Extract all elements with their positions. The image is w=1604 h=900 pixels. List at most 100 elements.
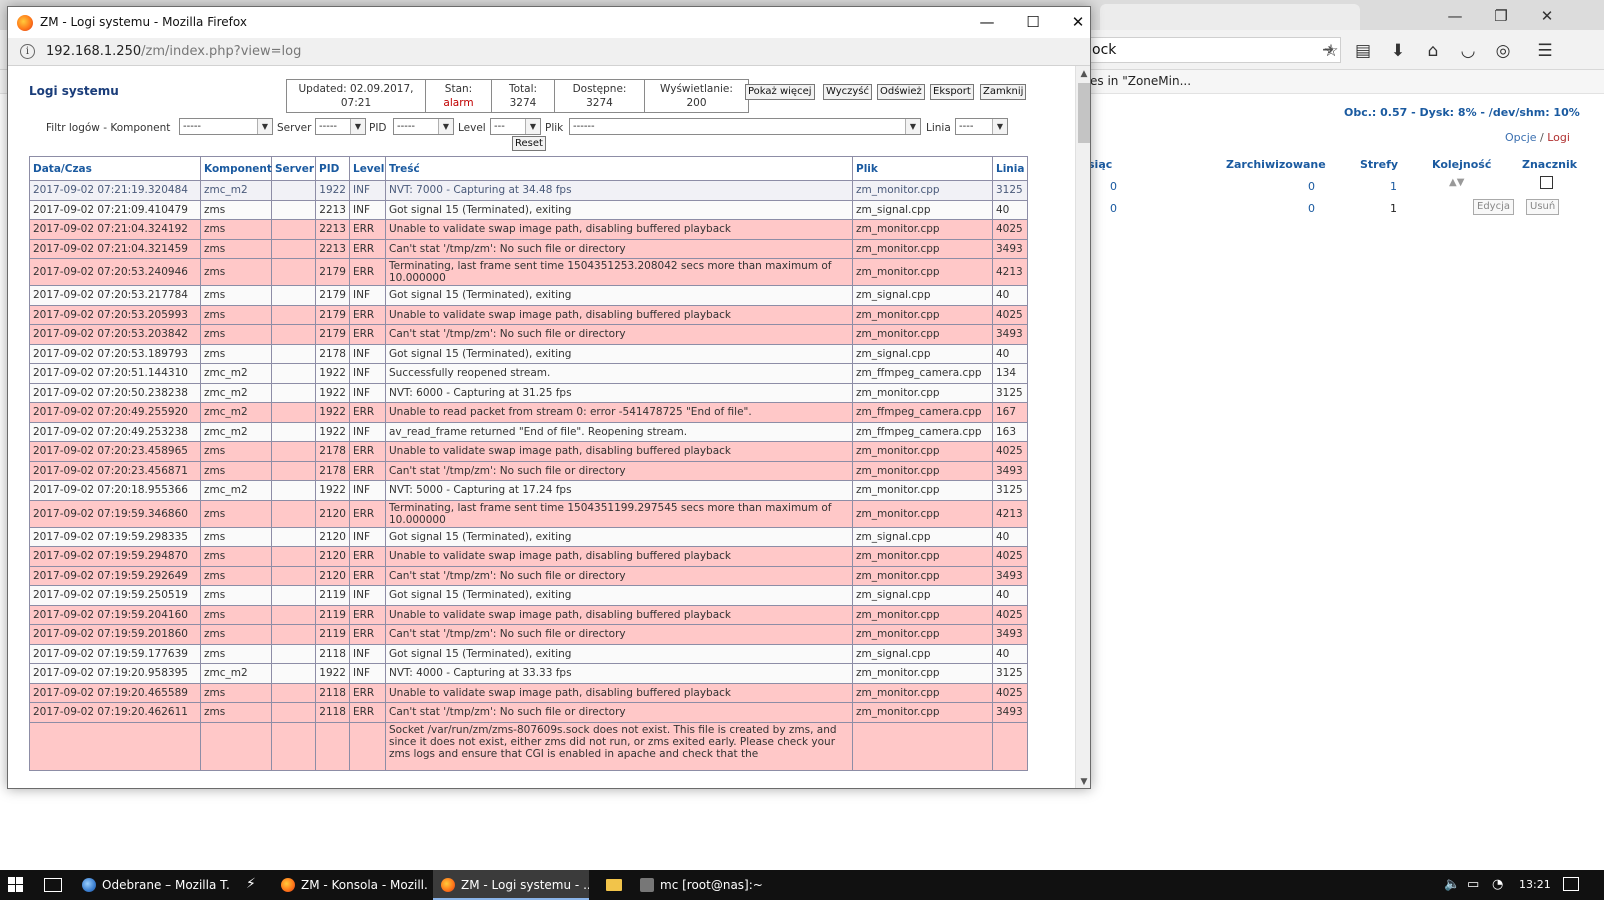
cell-line: 3493 xyxy=(992,565,1028,586)
cell-line: 40 xyxy=(992,199,1028,220)
refresh-button[interactable]: Odśwież xyxy=(877,84,925,100)
file-explorer-icon[interactable] xyxy=(606,879,622,891)
column-header[interactable]: Strefy xyxy=(1360,158,1398,171)
cell-component: zms xyxy=(200,624,272,645)
cell-level: ERR xyxy=(349,219,386,240)
minimize-icon[interactable]: — xyxy=(1432,4,1478,28)
home-icon[interactable]: ⌂ xyxy=(1420,38,1446,64)
column-header-pid[interactable]: PID xyxy=(315,156,350,181)
shield-icon[interactable]: ◎ xyxy=(1490,38,1516,64)
cell-component: zms xyxy=(200,324,272,345)
edit-button[interactable]: Edycja xyxy=(1473,199,1514,215)
cell-server xyxy=(271,363,316,384)
column-header-datetime[interactable]: Data/Czas xyxy=(29,156,201,181)
download-icon[interactable]: ⬇ xyxy=(1385,38,1411,64)
reading-list-icon[interactable]: ▤ xyxy=(1350,38,1376,64)
column-header-message[interactable]: Treść xyxy=(385,156,853,181)
taskbar-app-putty[interactable]: mc [root@nas]:~ xyxy=(632,870,772,900)
clock[interactable]: 13:21 xyxy=(1519,878,1551,891)
cell-line: 3125 xyxy=(992,663,1028,684)
star-icon[interactable]: ☆ xyxy=(1318,38,1344,64)
display-value: 200 xyxy=(686,97,707,109)
url-host: 192.168.1.250 xyxy=(46,44,142,59)
level-select[interactable]: --- ▼ xyxy=(490,118,541,135)
cell-component: zms xyxy=(200,343,272,364)
column-header-server[interactable]: Server xyxy=(271,156,316,181)
scroll-down-icon[interactable]: ▼ xyxy=(1076,774,1090,788)
taskbar-app-zm-logs[interactable]: ZM - Logi systemu - ... xyxy=(433,870,589,900)
background-tab[interactable] xyxy=(1100,4,1360,30)
delete-button[interactable]: Usuń xyxy=(1526,199,1560,215)
zones-count[interactable]: 1 xyxy=(1390,180,1397,193)
close-button[interactable]: Zamknij xyxy=(980,84,1027,100)
minimize-icon[interactable]: — xyxy=(965,10,1009,34)
pocket-icon[interactable]: ◡ xyxy=(1455,38,1481,64)
notification-icon[interactable] xyxy=(1563,877,1579,891)
line-select[interactable]: ---- ▼ xyxy=(955,118,1008,135)
column-header-line[interactable]: Linia xyxy=(992,156,1028,181)
restore-icon[interactable]: ❐ xyxy=(1478,4,1524,28)
chevron-down-icon: ▼ xyxy=(438,119,453,134)
maximize-icon[interactable]: ☐ xyxy=(1011,10,1055,34)
popup-url-bar[interactable]: i 192.168.1.250/zm/index.php?view=log xyxy=(8,38,1090,66)
windows-start-icon[interactable] xyxy=(8,877,24,893)
options-link[interactable]: Opcje xyxy=(1505,131,1537,144)
cell-pid: 1922 xyxy=(315,663,350,684)
info-icon[interactable]: i xyxy=(20,44,35,59)
scroll-up-icon[interactable]: ▲ xyxy=(1076,66,1090,82)
battery-icon[interactable]: ▭ xyxy=(1467,877,1479,892)
close-icon[interactable]: ✕ xyxy=(1524,4,1570,28)
display-label: Wyświetlanie: xyxy=(660,83,733,95)
scrollbar-thumb[interactable] xyxy=(1078,83,1090,143)
events-count[interactable]: 0 xyxy=(1110,180,1117,193)
task-view-icon[interactable] xyxy=(44,878,62,892)
sort-arrows-icon[interactable]: ▲▼ xyxy=(1449,177,1464,188)
lightning-icon[interactable]: ⚡ xyxy=(246,876,256,892)
component-select[interactable]: ----- ▼ xyxy=(179,118,273,135)
menu-icon[interactable]: ☰ xyxy=(1532,38,1558,64)
popup-url[interactable]: 192.168.1.250/zm/index.php?view=log xyxy=(46,44,301,59)
volume-icon[interactable]: 🔈 xyxy=(1444,877,1460,892)
column-header-level[interactable]: Level xyxy=(349,156,386,181)
cell-server xyxy=(271,304,316,325)
taskbar-app-zm-console[interactable]: ZM - Konsola - Mozill... xyxy=(273,870,429,900)
bookmark-item[interactable]: es in "ZoneMin... xyxy=(1090,74,1191,88)
column-header[interactable]: siąc xyxy=(1088,158,1112,171)
column-header-file[interactable]: Plik xyxy=(852,156,993,181)
cell-server xyxy=(271,180,316,201)
cell-message: Got signal 15 (Terminated), exiting xyxy=(385,643,853,664)
server-select[interactable]: ----- ▼ xyxy=(315,118,366,135)
background-url-bar[interactable]: ock ➔ xyxy=(1085,37,1341,63)
cell-datetime: 2017-09-02 07:19:59.292649 xyxy=(29,565,201,586)
reset-button[interactable]: Reset xyxy=(512,136,546,151)
file-select[interactable]: ------ ▼ xyxy=(569,118,921,135)
cell-file: zm_signal.cpp xyxy=(852,285,993,306)
column-header-component[interactable]: Komponent xyxy=(200,156,272,181)
marker-checkbox[interactable] xyxy=(1540,176,1553,189)
wifi-icon[interactable]: ◔ xyxy=(1492,877,1503,892)
close-icon[interactable]: ✕ xyxy=(1056,10,1090,34)
logs-link[interactable]: Logi xyxy=(1547,131,1570,144)
table-row: 2017-09-02 07:20:23.456871 zms 2178 ERR Can'… xyxy=(29,460,1028,481)
cell-line: 4025 xyxy=(992,682,1028,703)
taskbar-app-thunderbird[interactable]: Odebrane – Mozilla T... xyxy=(74,870,230,900)
cell-message: Unable to validate swap image path, disa… xyxy=(385,604,853,625)
clear-button[interactable]: Wyczyść xyxy=(823,84,873,100)
cell-level: ERR xyxy=(349,258,386,286)
cell-line: 40 xyxy=(992,643,1028,664)
show-more-button[interactable]: Pokaż więcej xyxy=(745,84,815,100)
archived-count[interactable]: 0 xyxy=(1308,202,1315,215)
cell-pid: 2118 xyxy=(315,702,350,723)
column-header[interactable]: Zarchiwizowane xyxy=(1226,158,1326,171)
events-count[interactable]: 0 xyxy=(1110,202,1117,215)
column-header[interactable]: Kolejność xyxy=(1432,158,1491,171)
vertical-scrollbar[interactable]: ▲ ▼ xyxy=(1075,66,1090,788)
cell-datetime: 2017-09-02 07:21:04.321459 xyxy=(29,238,201,259)
archived-count[interactable]: 0 xyxy=(1308,180,1315,193)
pid-select[interactable]: ----- ▼ xyxy=(393,118,454,135)
column-header[interactable]: Znacznik xyxy=(1522,158,1577,171)
popup-titlebar[interactable]: ZM - Logi systemu - Mozilla Firefox — ☐ … xyxy=(8,7,1090,38)
export-button[interactable]: Eksport xyxy=(930,84,974,100)
cell-datetime: 2017-09-02 07:19:20.958395 xyxy=(29,663,201,684)
cell-datetime: 2017-09-02 07:19:59.177639 xyxy=(29,643,201,664)
